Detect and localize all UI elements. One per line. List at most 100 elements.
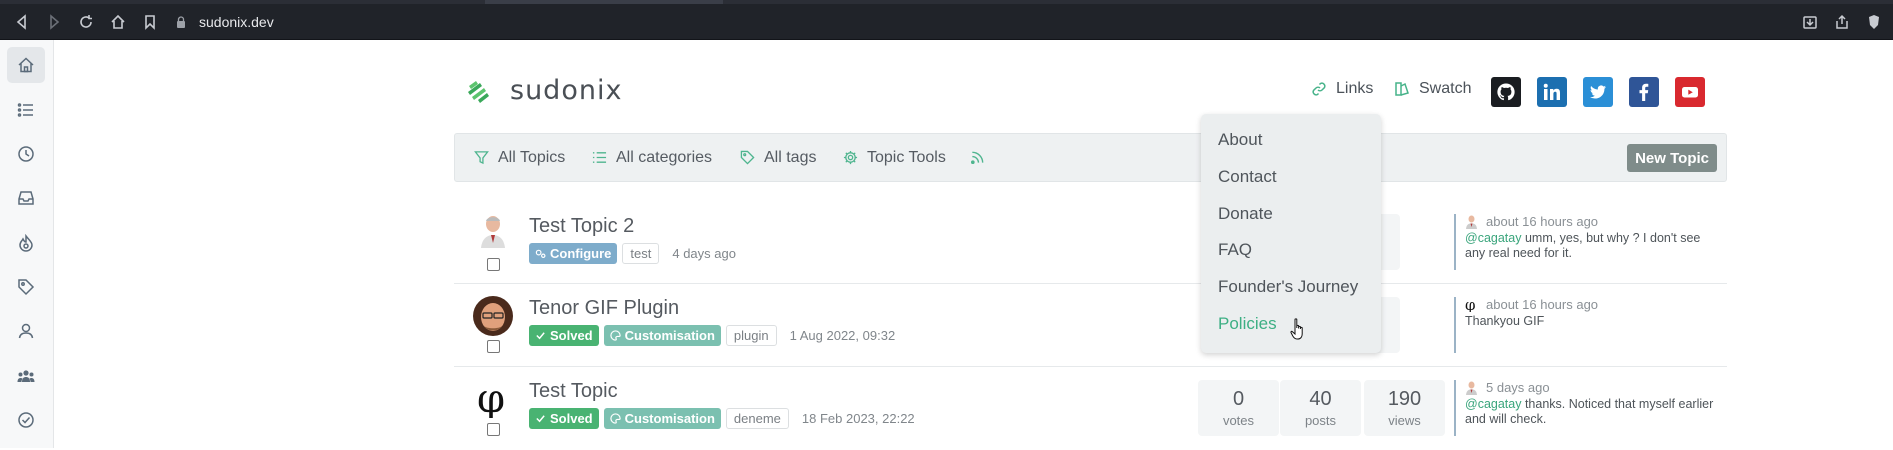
menu-item-about[interactable]: About bbox=[1218, 130, 1262, 150]
lock-icon bbox=[177, 15, 185, 28]
topic-tools-button[interactable]: Topic Tools bbox=[843, 134, 946, 181]
menu-item-faq[interactable]: FAQ bbox=[1218, 240, 1252, 260]
all-tags-button[interactable]: All tags bbox=[740, 134, 816, 181]
hand-cursor-icon bbox=[1290, 318, 1303, 340]
github-icon[interactable] bbox=[1491, 77, 1521, 107]
last-post-text: @cagatay umm, yes, but why ? I don't see… bbox=[1465, 231, 1714, 261]
linkedin-icon[interactable] bbox=[1537, 77, 1567, 107]
topic-title[interactable]: Test Topic 2 bbox=[529, 215, 634, 238]
views-label: views bbox=[1388, 413, 1421, 428]
menu-item-donate[interactable]: Donate bbox=[1218, 204, 1273, 224]
avatar[interactable]: φ bbox=[474, 376, 514, 418]
link-icon bbox=[1312, 82, 1326, 96]
browser-toolbar: sudonix.dev bbox=[0, 4, 1893, 39]
last-post-text: @cagatay thanks. Noticed that myself ear… bbox=[1465, 397, 1714, 427]
swatch-icon bbox=[1395, 82, 1409, 96]
avatar[interactable] bbox=[478, 212, 508, 248]
new-topic-button[interactable]: New Topic bbox=[1627, 144, 1717, 172]
all-topics-button[interactable]: All Topics bbox=[474, 134, 565, 181]
home-icon[interactable] bbox=[7, 47, 45, 83]
topic-title[interactable]: Tenor GIF Plugin bbox=[529, 297, 679, 320]
all-categories-label: All categories bbox=[616, 148, 713, 166]
download-icon[interactable] bbox=[1796, 4, 1824, 39]
divider bbox=[0, 39, 1893, 40]
category-label: Configure bbox=[550, 246, 612, 261]
select-checkbox[interactable] bbox=[487, 423, 500, 436]
menu-item-founders-journey[interactable]: Founder's Journey bbox=[1218, 277, 1358, 297]
groups-icon[interactable] bbox=[7, 358, 45, 394]
posts-label: posts bbox=[1304, 413, 1337, 428]
twitter-icon[interactable] bbox=[1583, 77, 1613, 107]
table-row[interactable]: φ Test Topic Solved Customisation deneme… bbox=[454, 368, 1727, 450]
list-icon bbox=[592, 152, 607, 163]
tag-chip[interactable]: deneme bbox=[725, 408, 789, 429]
forward-icon[interactable] bbox=[40, 4, 68, 39]
inbox-icon[interactable] bbox=[7, 180, 45, 216]
topic-tags: Solved Customisation deneme 18 Feb 2023,… bbox=[529, 408, 915, 429]
brave-shield-icon[interactable] bbox=[1860, 4, 1888, 39]
category-badge[interactable]: Customisation bbox=[603, 325, 721, 346]
category-badge[interactable]: Configure bbox=[529, 243, 618, 264]
avatar[interactable] bbox=[473, 296, 513, 336]
last-post[interactable]: φ about 16 hours ago Thankyou GIF bbox=[1454, 297, 1714, 353]
table-row[interactable]: Test Topic 2 Configure test 4 days ago 3… bbox=[454, 202, 1727, 284]
tag-icon bbox=[740, 150, 755, 165]
votes-label: votes bbox=[1222, 413, 1255, 428]
check-icon bbox=[536, 332, 545, 340]
votes-stat: 0 votes bbox=[1198, 380, 1279, 436]
check-circle-icon[interactable] bbox=[7, 402, 45, 438]
youtube-icon[interactable] bbox=[1675, 77, 1705, 107]
mention-link[interactable]: @cagatay bbox=[1465, 231, 1521, 245]
menu-item-policies[interactable]: Policies bbox=[1218, 314, 1277, 334]
category-badge[interactable]: Customisation bbox=[603, 408, 721, 429]
tag-chip[interactable]: test bbox=[622, 243, 660, 264]
cogs-icon bbox=[535, 249, 546, 259]
tag-chip[interactable]: plugin bbox=[725, 325, 777, 346]
table-row[interactable]: Tenor GIF Plugin Solved Customisation pl… bbox=[454, 285, 1727, 367]
last-post[interactable]: about 16 hours ago @cagatay umm, yes, bu… bbox=[1454, 214, 1714, 270]
list-icon[interactable] bbox=[7, 92, 45, 128]
topic-navbar: All Topics All categories All tags Topic… bbox=[454, 133, 1727, 182]
views-stat: 190 views bbox=[1364, 380, 1445, 436]
last-post[interactable]: 5 days ago @cagatay thanks. Noticed that… bbox=[1454, 380, 1714, 436]
category-label: Customisation bbox=[624, 411, 715, 426]
last-post-time: about 16 hours ago bbox=[1486, 297, 1599, 312]
solved-badge[interactable]: Solved bbox=[529, 408, 599, 429]
bookmark-icon[interactable] bbox=[136, 4, 164, 39]
all-topics-label: All Topics bbox=[498, 148, 566, 166]
back-icon[interactable] bbox=[8, 4, 36, 39]
site-logo[interactable]: sudonix bbox=[466, 75, 622, 106]
swatch-label: Swatch bbox=[1419, 80, 1472, 97]
topic-date: 18 Feb 2023, 22:22 bbox=[801, 411, 915, 426]
user-icon[interactable] bbox=[7, 313, 45, 349]
select-checkbox[interactable] bbox=[487, 258, 500, 271]
check-icon bbox=[536, 415, 545, 423]
topic-date: 4 days ago bbox=[672, 246, 736, 261]
tags-icon[interactable] bbox=[7, 269, 45, 305]
mention-link[interactable]: @cagatay bbox=[1465, 397, 1521, 411]
solved-label: Solved bbox=[550, 411, 593, 426]
all-tags-label: All tags bbox=[764, 148, 817, 166]
avatar bbox=[1466, 381, 1477, 395]
facebook-icon[interactable] bbox=[1629, 77, 1659, 107]
topic-title[interactable]: Test Topic bbox=[529, 380, 618, 403]
links-button[interactable]: Links bbox=[1311, 80, 1373, 98]
solved-badge[interactable]: Solved bbox=[529, 325, 599, 346]
home-icon[interactable] bbox=[104, 4, 132, 39]
fire-icon[interactable] bbox=[7, 225, 45, 261]
address-bar[interactable]: sudonix.dev bbox=[175, 4, 274, 39]
menu-item-contact[interactable]: Contact bbox=[1218, 167, 1277, 187]
category-label: Customisation bbox=[624, 328, 715, 343]
clock-icon[interactable] bbox=[7, 136, 45, 172]
reload-icon[interactable] bbox=[72, 4, 100, 39]
topic-date: 1 Aug 2022, 09:32 bbox=[789, 328, 896, 343]
all-categories-button[interactable]: All categories bbox=[592, 134, 712, 181]
url-text: sudonix.dev bbox=[199, 13, 274, 30]
share-icon[interactable] bbox=[1828, 4, 1856, 39]
palette-icon bbox=[610, 330, 621, 341]
topic-tags: Solved Customisation plugin 1 Aug 2022, … bbox=[529, 325, 895, 346]
select-checkbox[interactable] bbox=[487, 340, 500, 353]
rss-icon[interactable] bbox=[970, 134, 994, 181]
swatch-button[interactable]: Swatch bbox=[1394, 80, 1471, 98]
topic-tools-label: Topic Tools bbox=[867, 148, 946, 166]
